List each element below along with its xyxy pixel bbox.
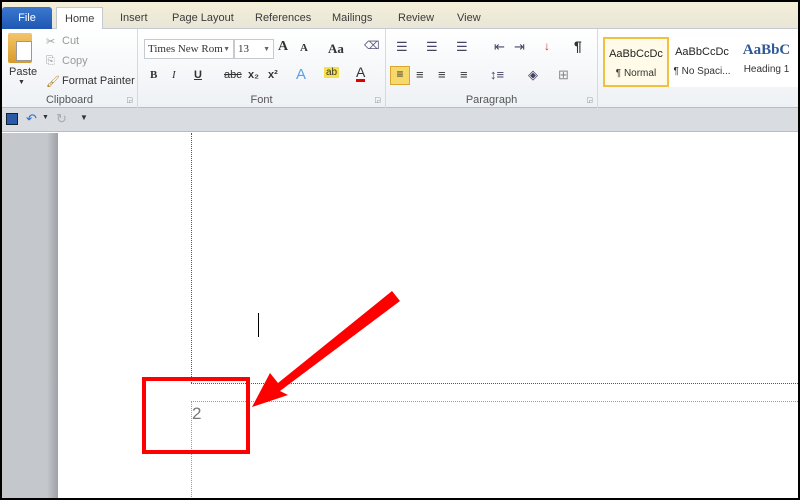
document-area[interactable]: 2 [2, 133, 798, 498]
font-name-value: Times New Rom [148, 43, 223, 55]
redo-icon[interactable]: ↻ [56, 111, 67, 127]
style-normal[interactable]: AaBbCcDc ¶ Normal [603, 37, 669, 87]
strikethrough-button[interactable]: abc [224, 69, 242, 81]
paragraph-group: ☰ ☰ ☰ ⇤ ⇥ ↓ ¶ ≡ ≡ ≡ ≡ ↕≡ ◈ ⊞ Paragraph ◲ [386, 29, 598, 108]
style-name: ¶ Normal [615, 68, 657, 79]
increase-indent-icon[interactable]: ⇥ [514, 39, 525, 55]
font-color-button[interactable]: A [356, 65, 366, 82]
line-spacing-icon[interactable]: ↕≡ [490, 67, 504, 82]
align-left-icon[interactable]: ≡ [390, 66, 410, 85]
font-label: Font [250, 94, 273, 106]
tab-references[interactable]: References [247, 7, 319, 29]
styles-group: AaBbCcDc ¶ Normal AaBbCcDc ¶ No Spaci... A… [598, 29, 798, 108]
font-size-select[interactable]: 13 ▼ [234, 39, 274, 59]
quick-access-toolbar: ↶ ▼ ↻ ▼ [2, 108, 798, 132]
highlight-icon[interactable]: ab [324, 67, 340, 78]
tab-review[interactable]: Review [390, 7, 442, 29]
show-formatting-button[interactable]: ¶ [574, 38, 582, 54]
word-window: File Home Insert Page Layout References … [2, 2, 798, 498]
style-preview: AaBbCcDc [675, 46, 729, 58]
dialog-launcher-icon[interactable]: ◲ [586, 96, 593, 104]
tab-insert[interactable]: Insert [112, 7, 156, 29]
copy-button[interactable]: Copy [62, 55, 88, 67]
style-name: Heading 1 [743, 64, 790, 75]
numbering-icon[interactable]: ☰ [426, 39, 438, 55]
multilevel-list-icon[interactable]: ☰ [456, 39, 468, 55]
clipboard-group: Paste ▼ ✂ Cut ⎘ Copy 🖌 Format Painter Cl… [2, 29, 138, 108]
clipboard-label: Clipboard [45, 94, 94, 106]
cut-icon: ✂ [46, 36, 56, 48]
style-preview: AaBbC [742, 42, 791, 58]
style-no-spacing[interactable]: AaBbCcDc ¶ No Spaci... [669, 37, 735, 87]
tab-home[interactable]: Home [56, 7, 104, 30]
font-name-select[interactable]: Times New Rom ▼ [144, 39, 234, 59]
tab-view[interactable]: View [449, 7, 489, 29]
align-right-icon[interactable]: ≡ [438, 67, 446, 82]
save-icon[interactable] [6, 113, 18, 125]
text-effects-icon[interactable]: A [296, 66, 306, 83]
justify-icon[interactable]: ≡ [460, 67, 468, 82]
annotation-arrow-icon [252, 291, 400, 407]
undo-dropdown-icon[interactable]: ▼ [42, 114, 49, 121]
subscript-button[interactable]: x₂ [248, 69, 259, 81]
tab-file[interactable]: File [2, 7, 52, 29]
undo-icon[interactable]: ↶ [26, 111, 37, 127]
tab-page-layout[interactable]: Page Layout [164, 7, 242, 29]
customize-toolbar-icon[interactable]: ▼ [80, 113, 88, 122]
font-size-value: 13 [238, 43, 249, 55]
paragraph-label: Paragraph [465, 94, 518, 106]
cut-button[interactable]: Cut [62, 35, 79, 47]
copy-icon: ⎘ [46, 55, 55, 67]
style-heading-1[interactable]: AaBbC Heading 1 [735, 37, 798, 87]
format-painter-button[interactable]: Format Painter [62, 75, 135, 87]
dialog-launcher-icon[interactable]: ◲ [126, 96, 133, 104]
font-group: Times New Rom ▼ 13 ▼ A A Aa ⌫ B I U abc x₂… [138, 29, 386, 108]
paste-dropdown-icon[interactable]: ▼ [18, 79, 25, 86]
italic-button[interactable]: I [172, 69, 176, 81]
clear-formatting-icon[interactable]: ⌫ [364, 39, 380, 52]
decrease-indent-icon[interactable]: ⇤ [494, 39, 505, 55]
paste-button[interactable]: Paste [9, 66, 37, 78]
shading-icon[interactable]: ◈ [528, 67, 538, 83]
align-center-icon[interactable]: ≡ [416, 67, 424, 82]
grow-font-button[interactable]: A [278, 39, 288, 55]
sort-icon[interactable]: ↓ [544, 39, 550, 53]
bold-button[interactable]: B [150, 69, 157, 81]
change-case-button[interactable]: Aa [328, 41, 344, 57]
bullets-icon[interactable]: ☰ [396, 39, 408, 55]
superscript-button[interactable]: x² [268, 69, 278, 81]
ribbon: Paste ▼ ✂ Cut ⎘ Copy 🖌 Format Painter Cl… [2, 29, 798, 108]
shrink-font-button[interactable]: A [300, 42, 308, 54]
dialog-launcher-icon[interactable]: ◲ [374, 96, 381, 104]
tab-mailings[interactable]: Mailings [324, 7, 380, 29]
ribbon-tabs: File Home Insert Page Layout References … [2, 2, 798, 30]
paste-icon[interactable] [8, 33, 32, 63]
underline-button[interactable]: U [194, 69, 202, 81]
borders-icon[interactable]: ⊞ [558, 67, 569, 83]
format-painter-icon: 🖌 [46, 76, 60, 88]
style-preview: AaBbCcDc [609, 48, 663, 60]
style-name: ¶ No Spaci... [673, 66, 731, 77]
